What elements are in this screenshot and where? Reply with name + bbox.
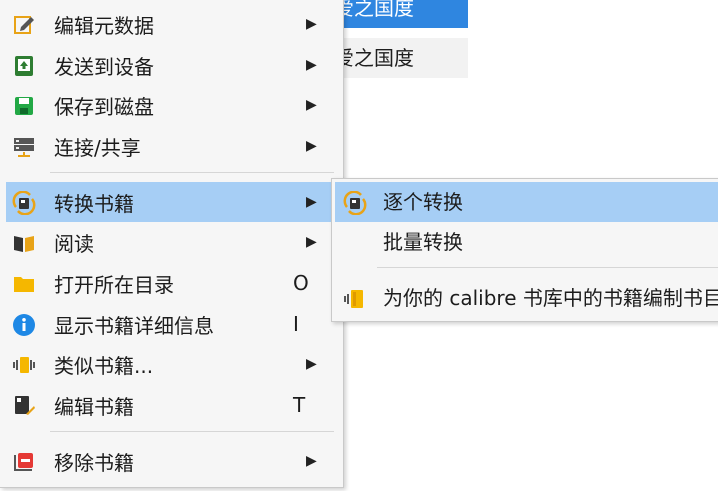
- submenu-item-convert-individually[interactable]: 逐个转换: [335, 182, 718, 222]
- menu-item-edit-book[interactable]: 编辑书籍 T: [6, 385, 336, 425]
- submenu-arrow-icon: ▶: [306, 97, 317, 113]
- menu-item-label: 类似书籍...: [54, 353, 154, 378]
- convert-books-submenu: 逐个转换 批量转换 为你的 calibre 书库中的书籍编制书目: [331, 178, 718, 322]
- catalog-icon: [343, 287, 367, 311]
- menu-item-read[interactable]: 阅读 ▶: [6, 222, 336, 262]
- menu-item-open-folder[interactable]: 打开所在目录 O: [6, 263, 336, 303]
- book-list-row[interactable]: 爱之国度: [330, 38, 468, 78]
- menu-item-show-book-details[interactable]: 显示书籍详细信息 I: [6, 304, 336, 344]
- submenu-arrow-icon: ▶: [306, 234, 317, 250]
- shortcut-label: O: [293, 271, 309, 295]
- submenu-item-label: 批量转换: [383, 230, 463, 254]
- similar-books-icon: [12, 353, 36, 377]
- info-icon: [12, 313, 36, 337]
- menu-item-similar-books[interactable]: 类似书籍... ▶: [6, 344, 336, 384]
- submenu-arrow-icon: ▶: [306, 16, 317, 32]
- screen: 爱之国度 爱之国度 编辑元数据 ▶ 发送到设备 ▶ 保存到磁盘 ▶ 连接/共享 …: [0, 0, 718, 491]
- submenu-item-label: 逐个转换: [383, 190, 463, 214]
- context-menu: 编辑元数据 ▶ 发送到设备 ▶ 保存到磁盘 ▶ 连接/共享 ▶ 转换书籍 ▶ 阅…: [0, 0, 344, 488]
- menu-item-send-to-device[interactable]: 发送到设备 ▶: [6, 45, 336, 85]
- menu-item-remove-books[interactable]: 移除书籍 ▶: [6, 441, 336, 481]
- edit-book-icon: [12, 394, 36, 418]
- submenu-arrow-icon: ▶: [306, 356, 317, 372]
- book-list-row-selected[interactable]: 爱之国度: [330, 0, 468, 28]
- folder-icon: [12, 272, 36, 296]
- menu-separator: [50, 431, 334, 432]
- shortcut-label: T: [293, 393, 306, 417]
- submenu-separator: [377, 267, 718, 268]
- submenu-arrow-icon: ▶: [306, 194, 317, 210]
- submenu-arrow-icon: ▶: [306, 138, 317, 154]
- edit-metadata-icon: [12, 13, 36, 37]
- menu-item-label: 打开所在目录: [54, 272, 174, 297]
- convert-individually-icon: [343, 191, 367, 215]
- menu-item-label: 发送到设备: [54, 54, 154, 79]
- connect-share-icon: [12, 135, 36, 159]
- menu-item-label: 移除书籍: [54, 450, 134, 475]
- menu-item-convert-books[interactable]: 转换书籍 ▶: [6, 182, 336, 222]
- shortcut-label: I: [293, 312, 299, 336]
- menu-item-label: 阅读: [54, 231, 94, 256]
- menu-item-label: 编辑书籍: [54, 394, 134, 419]
- submenu-item-create-catalog[interactable]: 为你的 calibre 书库中的书籍编制书目: [335, 278, 718, 318]
- menu-item-label: 编辑元数据: [54, 13, 154, 38]
- menu-item-connect-share[interactable]: 连接/共享 ▶: [6, 126, 336, 166]
- save-to-disk-icon: [12, 94, 36, 118]
- menu-separator: [50, 172, 334, 173]
- submenu-item-bulk-convert[interactable]: 批量转换: [335, 222, 718, 262]
- menu-item-label: 转换书籍: [54, 191, 134, 216]
- send-to-device-icon: [12, 54, 36, 78]
- menu-item-edit-metadata[interactable]: 编辑元数据 ▶: [6, 4, 336, 44]
- read-book-icon: [12, 231, 36, 255]
- menu-item-label: 显示书籍详细信息: [54, 313, 214, 338]
- menu-item-label: 连接/共享: [54, 135, 141, 160]
- convert-books-icon: [12, 191, 36, 215]
- submenu-arrow-icon: ▶: [306, 57, 317, 73]
- remove-books-icon: [12, 450, 36, 474]
- menu-item-label: 保存到磁盘: [54, 94, 154, 119]
- menu-item-save-to-disk[interactable]: 保存到磁盘 ▶: [6, 85, 336, 125]
- submenu-arrow-icon: ▶: [306, 453, 317, 469]
- submenu-item-label: 为你的 calibre 书库中的书籍编制书目: [383, 286, 718, 310]
